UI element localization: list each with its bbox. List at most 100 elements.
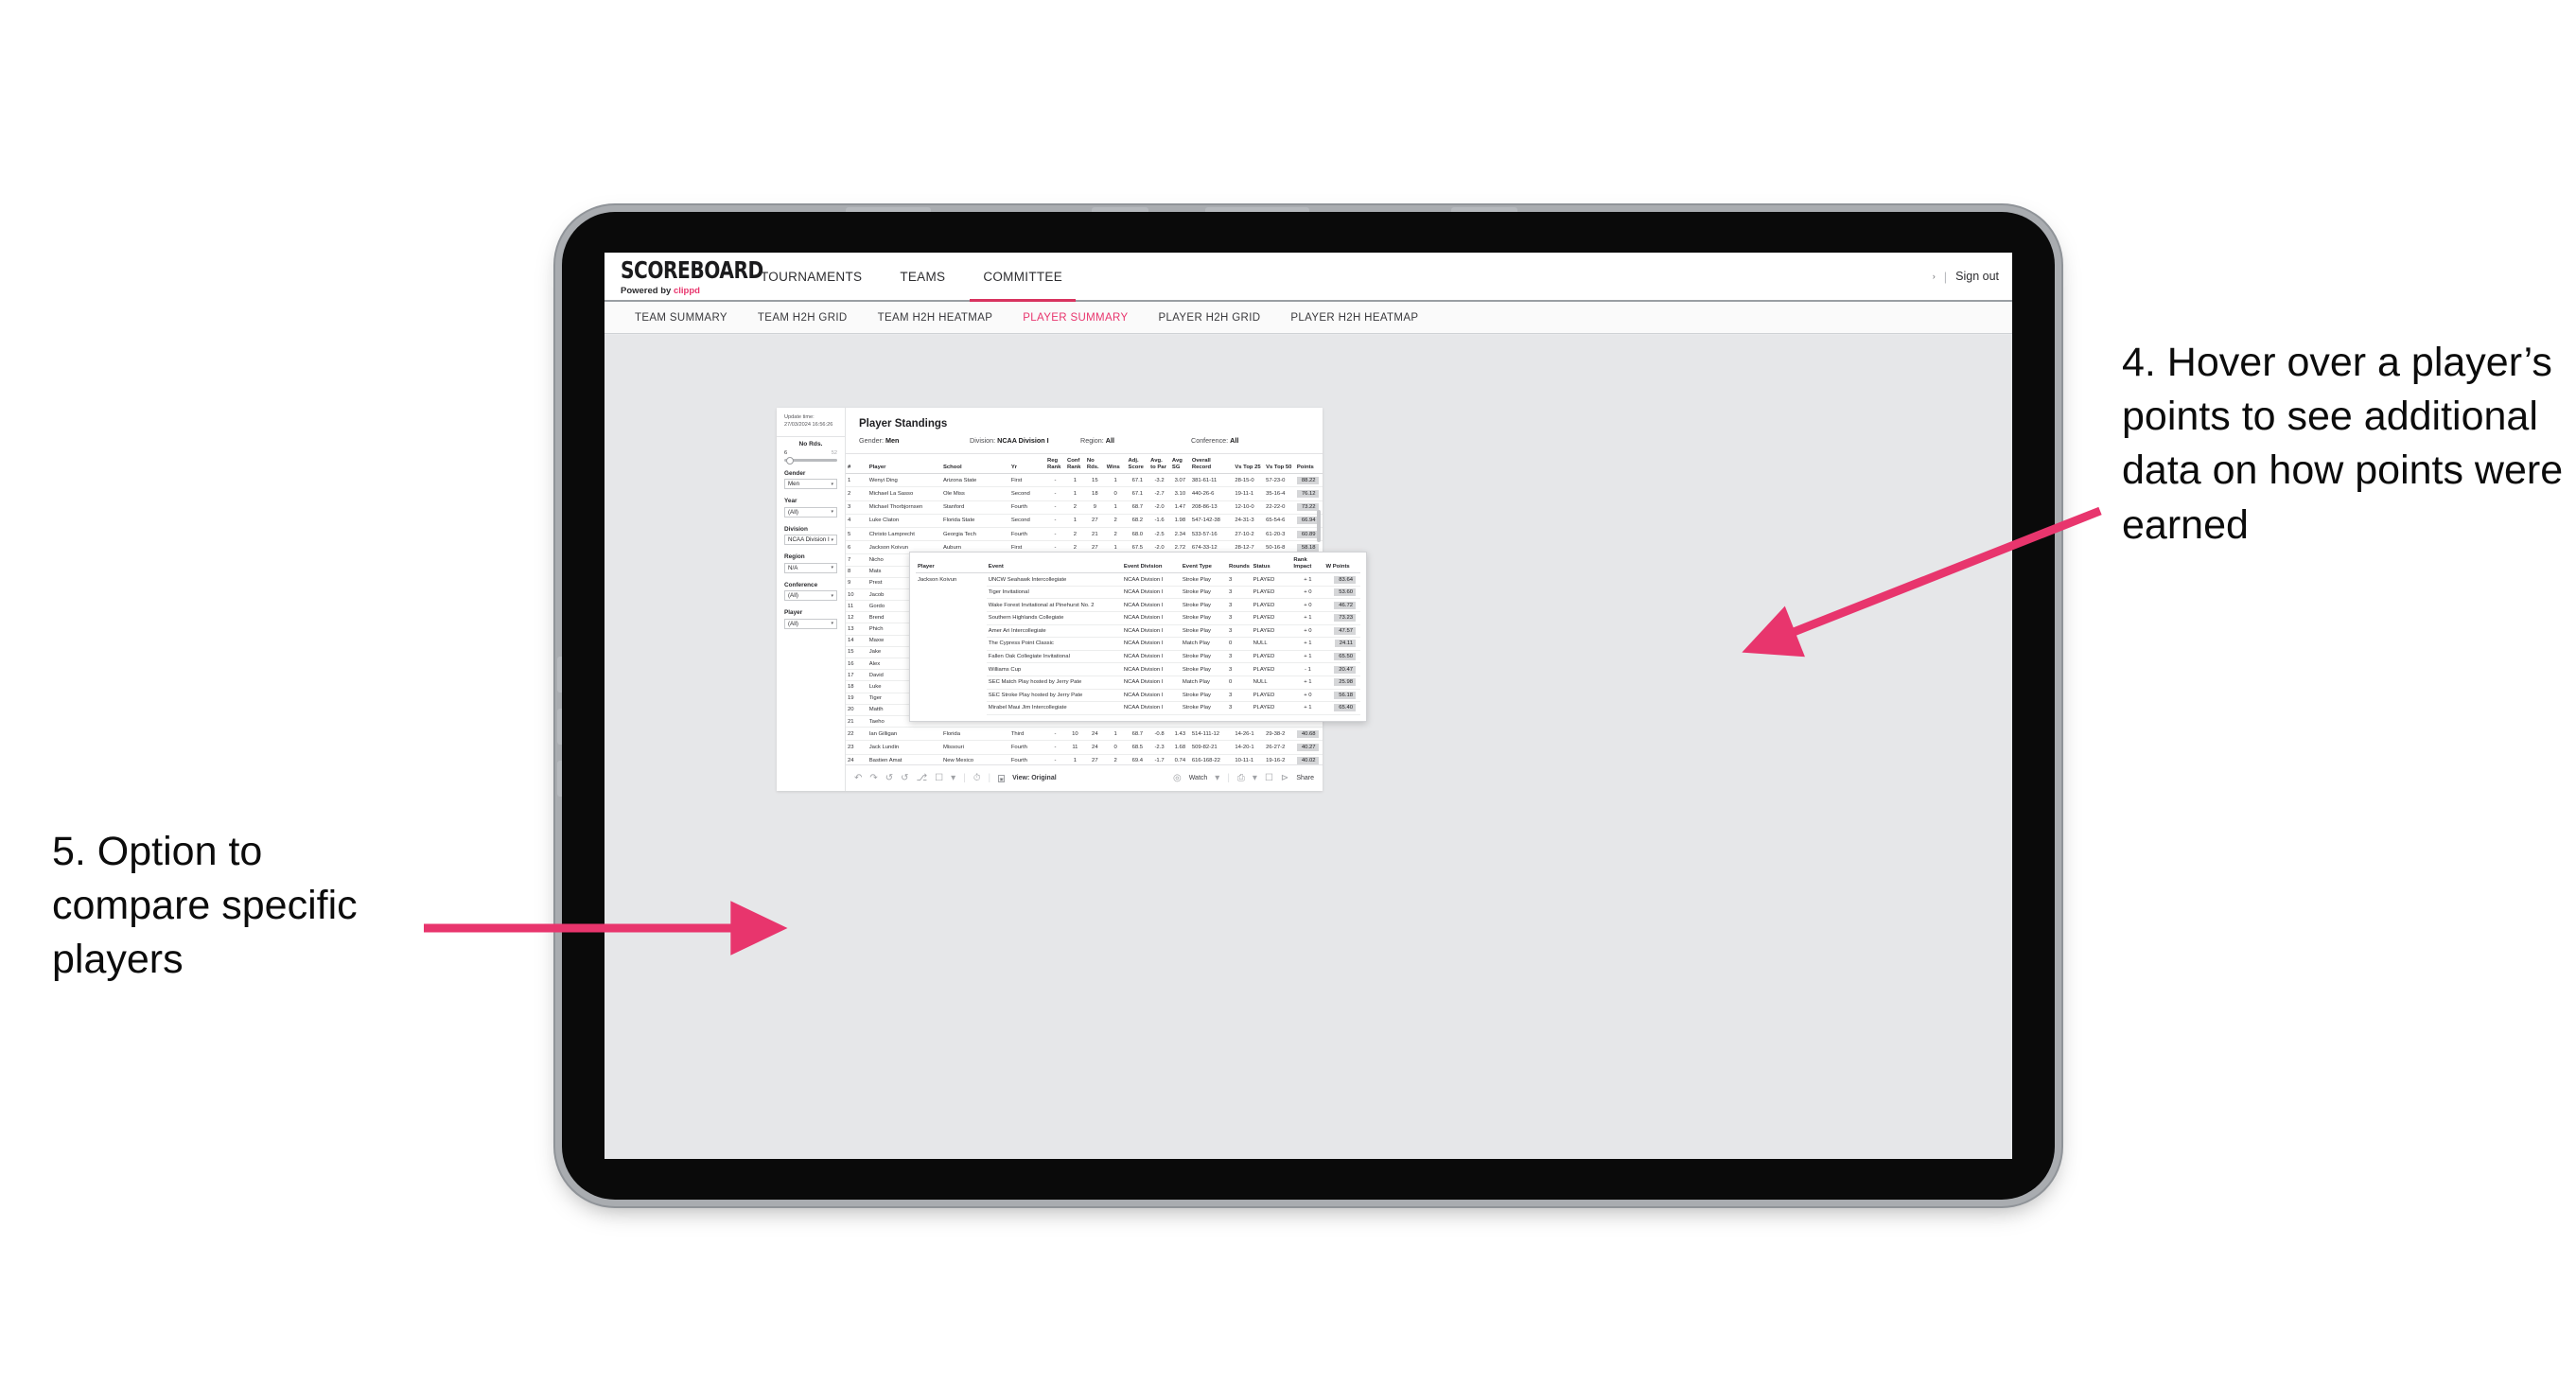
col-adj-score[interactable]: Adj. Score [1126,458,1149,475]
table-row[interactable]: 4 Luke Claton Florida State Second -1 27 2 68.2… [846,514,1323,528]
power-button[interactable] [557,761,562,797]
cell-sg: 3.10 [1169,486,1190,501]
cell-n: 13 [846,623,867,636]
col-vs-top-50[interactable]: Vs Top 50 [1264,458,1295,475]
col-avg-sg[interactable]: Avg SG [1169,458,1190,475]
pause-icon[interactable]: ⎇ [917,773,928,783]
table-vertical-scrollbar[interactable] [1317,510,1321,542]
tab-player-summary[interactable]: PLAYER SUMMARY [1008,312,1143,324]
view-original-label[interactable]: View: Original [1012,775,1057,781]
col-player[interactable]: Player [867,458,941,475]
filter-year-select[interactable]: (All) ▾ [784,506,837,518]
cell-atp: -2.0 [1148,500,1170,515]
points-pill[interactable]: 76.12 [1296,490,1319,498]
no-rounds-slider-handle[interactable] [786,456,794,465]
chevron-down-icon[interactable]: ▾ [1253,773,1257,783]
cell-atp: -2.7 [1148,486,1170,501]
w-points-pill: 46.72 [1334,601,1356,609]
cell-school: Missouri [940,740,1009,755]
filter-region-select[interactable]: N/A ▾ [784,562,837,573]
cell-n: 14 [846,635,867,647]
cell-n: 12 [846,611,867,624]
points-pill[interactable]: 58.18 [1296,543,1319,552]
chevron-down-icon[interactable]: ▾ [951,773,955,783]
tooltip-cell-edv: NCAA Division I [1121,689,1181,703]
table-row[interactable]: 2 Michael La Sasso Ole Miss Second -1 18 0 67.1… [846,486,1323,501]
clock-icon[interactable]: ⏱ [973,773,981,783]
tooltip-cell-rk: + 0 [1291,624,1324,639]
nav-tournaments[interactable]: TOURNAMENTS [742,253,881,300]
tooltip-cell-event: Southern Highlands Collegiate [986,611,1122,625]
chevron-down-icon: ▾ [831,592,833,599]
chevron-down-icon: ▾ [831,481,833,487]
col-no-rds[interactable]: No Rds. [1084,458,1105,475]
nav-committee[interactable]: COMMITTEE [964,253,1081,302]
tab-player-h2h-grid[interactable]: PLAYER H2H GRID [1143,312,1275,324]
download-icon[interactable]: ⎙ [1237,773,1245,783]
revert-icon[interactable]: ↺ [885,773,893,783]
col-vs-top-25[interactable]: Vs Top 25 [1233,458,1265,475]
volume-up-button[interactable] [557,657,562,693]
table-row[interactable]: 5 Christo Lamprecht Georgia Tech Fourth -2 21… [846,527,1323,542]
redo-icon[interactable]: ↷ [869,773,877,783]
tooltip-cell-rk: + 0 [1291,689,1324,703]
col-reg-rank[interactable]: Reg Rank [1045,458,1065,475]
sign-out-link[interactable]: Sign out [1955,270,1999,283]
col-points[interactable]: Points [1294,458,1323,475]
chevron-down-icon[interactable]: ▾ [1215,773,1219,783]
tab-player-h2h-heatmap[interactable]: PLAYER H2H HEATMAP [1275,312,1433,324]
cell-yr: Fourth [1008,527,1046,542]
watch-icon[interactable]: ◎ [1173,773,1182,783]
share-button[interactable]: Share [1296,775,1314,781]
fullscreen-icon[interactable]: ☐ [1265,773,1273,783]
undo-icon[interactable]: ↶ [854,773,862,783]
filter-player-select[interactable]: (All) ▾ [784,618,837,629]
tooltip-cell-edv: NCAA Division I [1121,637,1181,651]
cell-adj: 67.1 [1126,473,1149,488]
table-row[interactable]: 22 Ian Gilligan Florida Third -10 24 1 68.7 -0.8… [846,727,1323,742]
refresh-icon[interactable]: ↺ [901,773,908,783]
primary-nav: TOURNAMENTS TEAMS COMMITTEE [742,253,1081,302]
table-row[interactable]: 23 Jack Lundin Missouri Fourth -11 24 0 68.5 -2.… [846,740,1323,755]
cell-ovr: 533-57-16 [1189,527,1234,542]
no-rounds-slider-track[interactable] [784,456,837,465]
tcol-rank-impact: Rank Impact [1291,557,1324,574]
highlight-icon[interactable]: ☐ [935,773,943,783]
nav-teams[interactable]: TEAMS [881,253,964,300]
points-pill[interactable]: 66.94 [1296,517,1319,525]
filter-conference-select[interactable]: (All) ▾ [784,590,837,602]
w-points-pill: 25.98 [1334,678,1356,687]
points-pill[interactable]: 88.22 [1296,476,1319,484]
tab-team-h2h-heatmap[interactable]: TEAM H2H HEATMAP [863,312,1008,324]
share-icon[interactable]: ⊳ [1281,773,1288,783]
volume-down-button[interactable] [557,709,562,745]
col-overall-record[interactable]: Overall Record [1189,458,1234,475]
col-school[interactable]: School [940,458,1009,475]
filter-gender-value: Men [788,481,800,488]
cell-yr: Third [1008,727,1046,742]
points-pill[interactable]: 40.27 [1296,743,1319,751]
table-row[interactable]: 3 Michael Thorbjornsen Stanford Fourth -2 9 1 6… [846,500,1323,515]
points-pill[interactable]: 40.02 [1296,757,1319,764]
points-pill[interactable]: 60.89 [1296,530,1319,538]
tooltip-cell-event: Mirabel Maui Jim Intercollegiate [986,701,1122,715]
table-row[interactable]: 24 Bastien Amat New Mexico Fourth -1 27 2 69.4-… [846,754,1323,764]
col-avg-to-par[interactable]: Avg. to Par [1148,458,1170,475]
tab-team-summary[interactable]: TEAM SUMMARY [620,312,743,324]
points-pill[interactable]: 40.68 [1296,729,1319,738]
filter-division-select[interactable]: NCAA Division I ▾ [784,535,837,546]
points-pill[interactable]: 73.22 [1296,503,1319,512]
tab-team-h2h-grid[interactable]: TEAM H2H GRID [743,312,863,324]
watch-button[interactable]: Watch [1189,775,1208,781]
chevron-right-icon[interactable]: › [1933,272,1936,281]
col-wins[interactable]: Wins [1104,458,1127,475]
filter-gender-select[interactable]: Men ▾ [784,479,837,490]
cell-nr: 18 [1084,486,1105,501]
header-divider: | [1943,269,1948,284]
col-conf-rank[interactable]: Conf Rank [1064,458,1085,475]
cell-t50: 19-16-2 [1264,754,1295,764]
col-yr[interactable]: Yr [1008,458,1046,475]
table-row[interactable]: 1 Wenyi Ding Arizona State First -1 15 1 67.1 -3… [846,473,1323,488]
col-rank[interactable]: # [846,458,867,475]
scoreboard-logo[interactable]: SCOREBOARD Powered by clippd [605,253,763,300]
